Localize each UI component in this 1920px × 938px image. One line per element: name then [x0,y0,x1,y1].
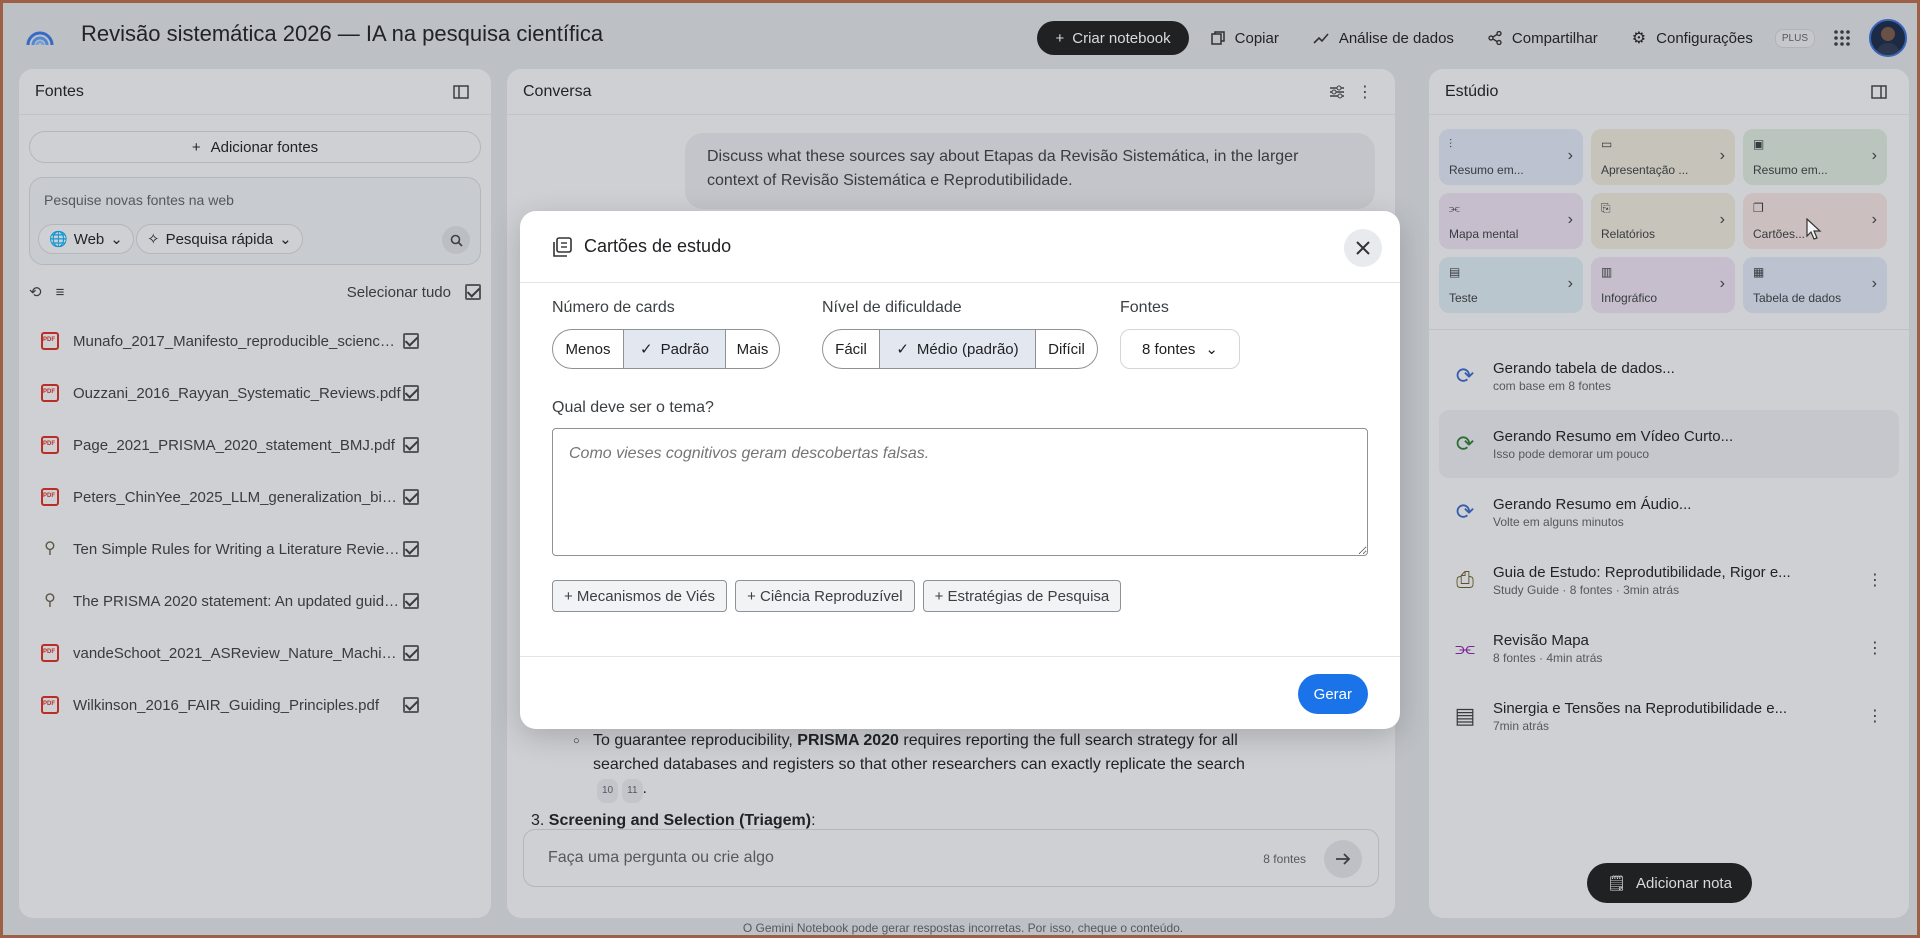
card-count-option-label: Padrão [660,340,709,358]
dialog-title: Cartões de estudo [584,236,732,256]
chevron-down-icon: ⌄ [1205,341,1218,358]
mouse-cursor-icon [1806,218,1822,240]
difficulty-option-label: Fácil [835,340,867,358]
card-count-selector: Menos ✓ Padrão Mais [552,329,780,369]
topic-suggestion-chip[interactable]: + Mecanismos de Viés [552,580,728,612]
generate-button[interactable]: Gerar [1297,674,1368,714]
topic-label: Qual deve ser o tema? [552,399,714,416]
flashcards-dialog: Cartões de estudo Número de cards Menos ✓… [520,211,1400,729]
dialog-header: Cartões de estudo [520,211,1400,283]
close-icon [1356,241,1370,255]
difficulty-label: Nível de dificuldade [822,299,962,316]
topic-suggestion-chip[interactable]: + Ciência Reproduzível [735,580,915,612]
sources-dropdown[interactable]: 8 fontes ⌄ [1120,329,1240,369]
difficulty-option[interactable]: Difícil [1035,330,1097,368]
card-count-option[interactable]: ✓ Padrão [623,330,725,368]
close-button[interactable] [1344,229,1382,267]
card-count-option-label: Menos [565,340,611,358]
sources-dropdown-value: 8 fontes [1142,340,1196,358]
topic-input[interactable] [552,428,1368,556]
difficulty-option-label: Difícil [1048,340,1085,358]
topic-suggestions: + Mecanismos de Viés + Ciência Reproduzív… [552,580,1122,612]
check-icon: ✓ [640,341,653,358]
difficulty-option[interactable]: Fácil [823,330,879,368]
check-icon: ✓ [896,341,909,358]
flashcards-icon [553,236,572,257]
card-count-option[interactable]: Mais [725,330,779,368]
difficulty-selector: Fácil ✓ Médio (padrão) Difícil [822,329,1098,369]
difficulty-option-label: Médio (padrão) [916,340,1019,358]
topic-suggestion-chip[interactable]: + Estratégias de Pesquisa [922,580,1122,612]
sources-selector-label: Fontes [1120,299,1169,316]
card-count-option-label: Mais [736,340,769,358]
dialog-footer-divider [520,656,1400,657]
difficulty-option[interactable]: ✓ Médio (padrão) [879,330,1035,368]
card-count-label: Número de cards [552,299,675,316]
card-count-option[interactable]: Menos [553,330,623,368]
